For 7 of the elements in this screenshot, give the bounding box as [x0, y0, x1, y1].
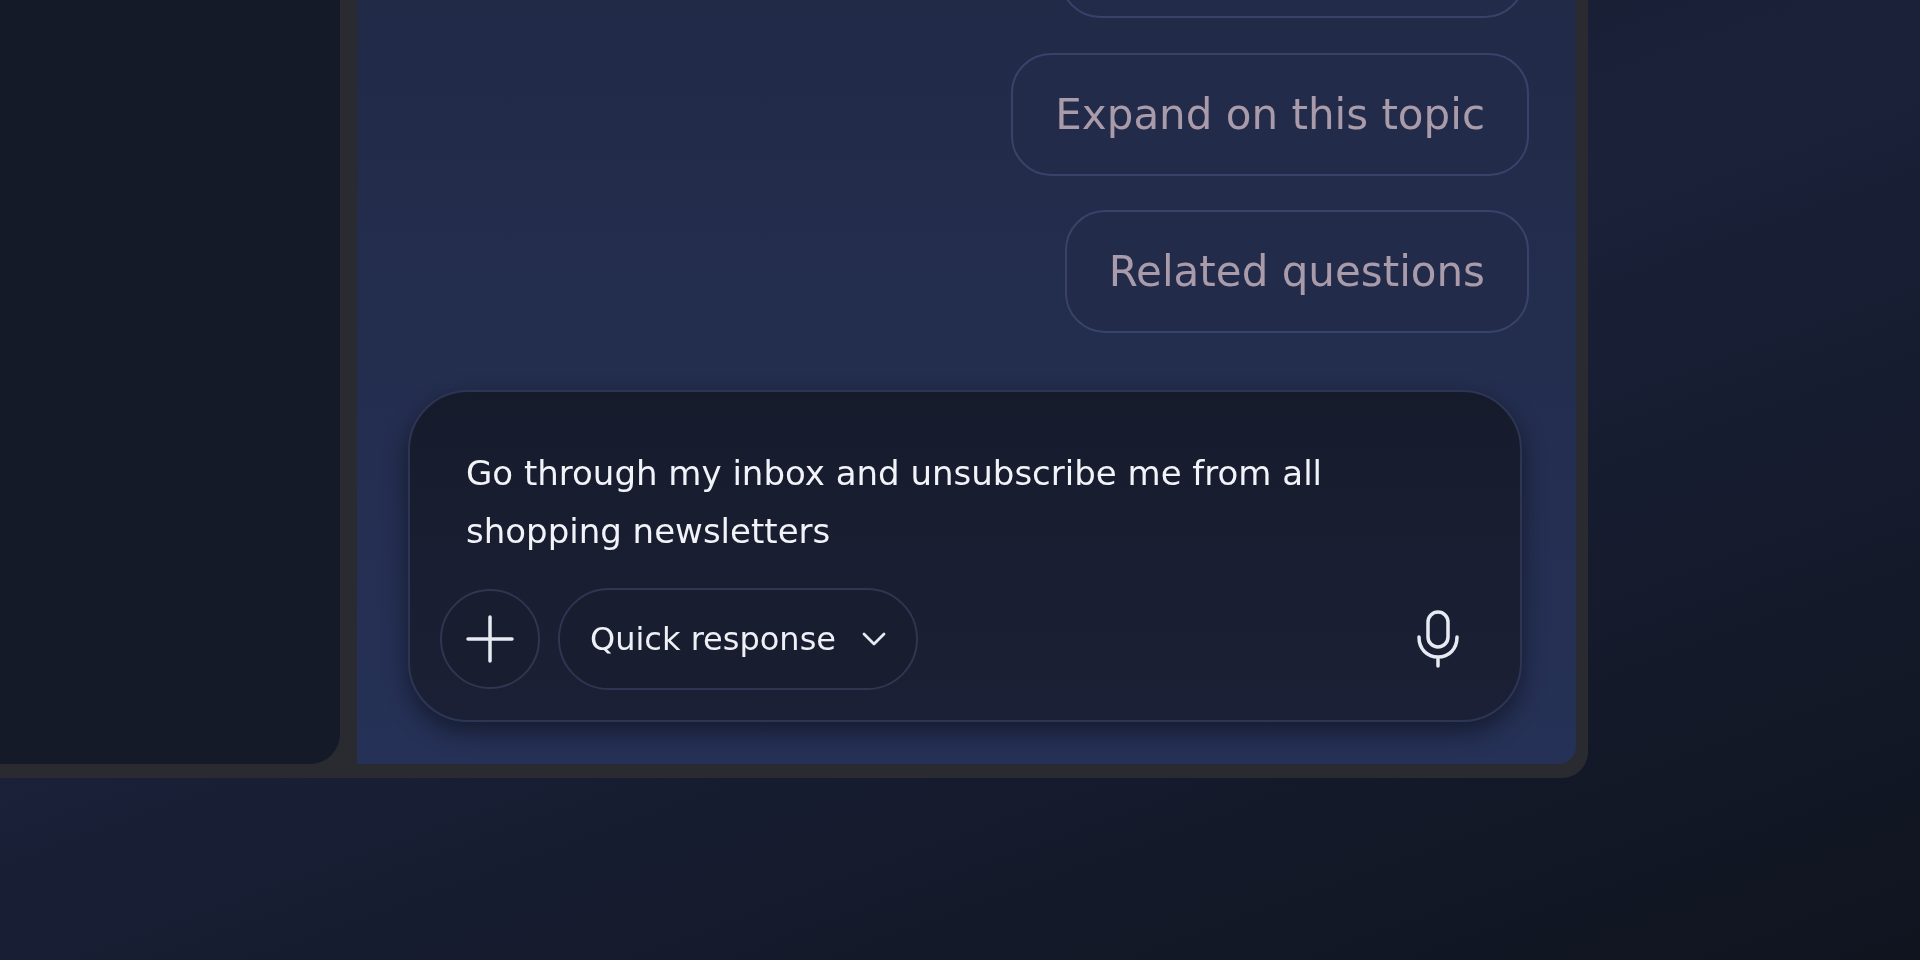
plus-icon [464, 613, 516, 665]
microphone-icon[interactable] [1414, 609, 1462, 669]
chevron-down-icon [862, 632, 886, 646]
suggestion-chip[interactable]: Related questions [1064, 210, 1529, 333]
suggestion-chip[interactable]: Expand on this topic [1011, 53, 1529, 176]
input-field[interactable]: Go through my inbox and unsubscribe me from all shopping newsletters [440, 444, 1480, 588]
mode-dropdown[interactable]: Quick response [558, 588, 918, 690]
